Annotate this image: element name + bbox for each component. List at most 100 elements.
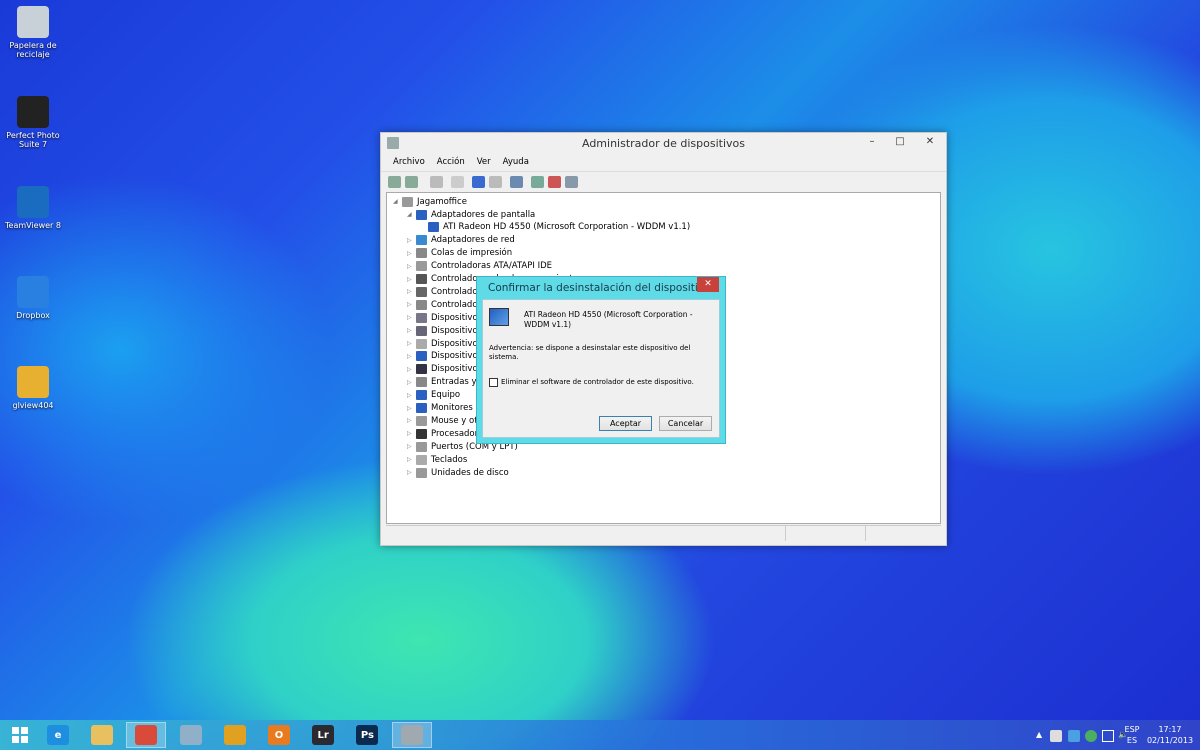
tree-category-item[interactable]: ▷ Colas de impresión bbox=[407, 247, 512, 260]
tree-category-item[interactable]: ▷ Monitores bbox=[407, 402, 473, 415]
tree-category-item[interactable]: ▷ Equipo bbox=[407, 389, 460, 402]
menu-ayuda[interactable]: Ayuda bbox=[497, 155, 535, 171]
expand-icon[interactable]: ▷ bbox=[407, 353, 416, 360]
tree-item-label: ATI Radeon HD 4550 (Microsoft Corporatio… bbox=[443, 222, 691, 233]
cancel-button[interactable]: Cancelar bbox=[659, 416, 712, 431]
tree-category-item[interactable]: ▷ Dispositivos bbox=[407, 337, 482, 350]
accept-button[interactable]: Aceptar bbox=[599, 416, 652, 431]
start-button[interactable] bbox=[0, 722, 40, 748]
taskbar-photoshop[interactable]: Ps bbox=[347, 722, 387, 748]
tree-item-label: Monitores bbox=[431, 403, 473, 413]
expand-icon[interactable]: ▷ bbox=[407, 276, 416, 283]
taskbar-app-4[interactable] bbox=[171, 722, 211, 748]
desktop-icon[interactable]: Dropbox bbox=[2, 276, 64, 320]
update-driver-icon[interactable] bbox=[531, 175, 544, 188]
tray-app-icon[interactable] bbox=[1050, 730, 1062, 742]
tree-category-item[interactable]: ▷ Adaptadores de red bbox=[407, 234, 515, 247]
tree-category-item[interactable]: ▷ Controlado bbox=[407, 298, 478, 311]
forward-icon[interactable] bbox=[405, 175, 418, 188]
show-hide-console-icon[interactable] bbox=[430, 175, 443, 188]
tree-item-label: Adaptadores de red bbox=[431, 235, 515, 246]
minimize-button[interactable]: – bbox=[859, 133, 885, 151]
expand-icon[interactable]: ▷ bbox=[407, 405, 416, 412]
tree-category-item[interactable]: ◢ Adaptadores de pantalla bbox=[407, 208, 535, 221]
toolbar bbox=[381, 171, 946, 191]
internet-explorer-icon: e bbox=[47, 725, 69, 745]
expand-icon[interactable]: ▷ bbox=[407, 263, 416, 270]
dialog-close-button[interactable]: ✕ bbox=[697, 277, 719, 292]
taskbar-outlook[interactable]: O bbox=[259, 722, 299, 748]
tree-category-item[interactable]: ▷ Dispositivos bbox=[407, 311, 482, 324]
collapse-icon[interactable]: ◢ bbox=[393, 198, 402, 205]
desktop-icon[interactable]: TeamViewer 8 bbox=[2, 186, 64, 230]
properties-icon[interactable] bbox=[451, 175, 464, 188]
expand-icon[interactable]: ▷ bbox=[407, 340, 416, 347]
taskbar-chrome[interactable] bbox=[126, 722, 167, 748]
menu-accion[interactable]: Acción bbox=[431, 155, 471, 171]
tree-category-item[interactable]: ▷ Controladoras ATA/ATAPI IDE bbox=[407, 260, 552, 273]
device-category-icon bbox=[416, 274, 427, 284]
menu-archivo[interactable]: Archivo bbox=[387, 155, 431, 171]
device-category-icon bbox=[416, 441, 427, 452]
expand-icon[interactable]: ▷ bbox=[407, 366, 416, 373]
menu-bar: Archivo Acción Ver Ayuda bbox=[381, 155, 946, 171]
desktop-icon[interactable]: Papelera de reciclaje bbox=[2, 6, 64, 59]
expand-icon[interactable]: ▷ bbox=[407, 430, 416, 437]
expand-icon[interactable]: ▷ bbox=[407, 392, 416, 399]
desktop-icon-label: Papelera de reciclaje bbox=[9, 41, 57, 59]
desktop-icon[interactable]: Perfect Photo Suite 7 bbox=[2, 96, 64, 149]
uninstall-icon[interactable] bbox=[548, 175, 561, 188]
tree-category-item[interactable]: ▷ Mouse y otr bbox=[407, 414, 481, 427]
expand-icon[interactable]: ▷ bbox=[407, 237, 416, 244]
taskbar-lightroom[interactable]: Lr bbox=[303, 722, 343, 748]
title-bar: Administrador de dispositivos – □ ✕ bbox=[381, 133, 946, 155]
tree-category-item[interactable]: ▷ Entradas y s bbox=[407, 376, 484, 389]
expand-icon[interactable]: ▷ bbox=[407, 469, 416, 476]
tree-category-item[interactable]: ▷ Dispositivos bbox=[407, 324, 482, 337]
expand-icon[interactable]: ▷ bbox=[407, 456, 416, 463]
tree-root[interactable]: ◢ Jagamoffice bbox=[393, 195, 467, 208]
tree-item-label: Controlado bbox=[431, 286, 478, 297]
close-button[interactable]: ✕ bbox=[915, 133, 945, 151]
expand-icon[interactable]: ▷ bbox=[407, 250, 416, 257]
expand-icon[interactable]: ▷ bbox=[407, 314, 416, 321]
file-explorer-icon bbox=[91, 725, 114, 745]
tree-device-item[interactable]: ATI Radeon HD 4550 (Microsoft Corporatio… bbox=[419, 221, 690, 234]
help-icon[interactable] bbox=[472, 175, 485, 188]
expand-icon[interactable]: ▷ bbox=[407, 443, 416, 450]
expand-icon[interactable]: ▷ bbox=[407, 301, 416, 308]
expand-icon[interactable]: ▷ bbox=[407, 327, 416, 334]
tree-category-item[interactable]: ▷ Teclados bbox=[407, 453, 467, 466]
show-hidden-icons[interactable]: ▲ bbox=[1036, 729, 1042, 740]
clock-time: 17:17 bbox=[1158, 725, 1182, 734]
view-icon[interactable] bbox=[489, 175, 502, 188]
tree-category-item[interactable]: ▷ Unidades de disco bbox=[407, 466, 509, 479]
sync-tray-icon[interactable] bbox=[1085, 730, 1097, 742]
collapse-icon[interactable]: ◢ bbox=[407, 211, 416, 218]
scan-hardware-icon[interactable] bbox=[510, 175, 523, 188]
tree-item-label: Controladoras ATA/ATAPI IDE bbox=[431, 261, 552, 272]
taskbar-file-explorer[interactable] bbox=[82, 722, 122, 748]
expand-icon[interactable]: ▷ bbox=[407, 379, 416, 386]
device-category-icon bbox=[416, 428, 427, 439]
taskbar-app-5[interactable] bbox=[215, 722, 255, 748]
perfect-photo-icon bbox=[17, 96, 49, 128]
back-icon[interactable] bbox=[388, 175, 401, 188]
expand-icon[interactable]: ▷ bbox=[407, 288, 416, 295]
device-category-icon bbox=[416, 325, 427, 336]
tree-category-item[interactable]: ▷ Controlado bbox=[407, 285, 478, 298]
clock[interactable]: 17:17 02/11/2013 bbox=[1140, 724, 1200, 746]
maximize-button[interactable]: □ bbox=[887, 133, 913, 151]
delete-driver-checkbox[interactable] bbox=[489, 378, 498, 387]
tree-category-item[interactable]: ▷ Dispositivos bbox=[407, 363, 482, 376]
device-category-icon bbox=[416, 312, 427, 323]
expand-icon[interactable]: ▷ bbox=[407, 417, 416, 424]
dropbox-tray-icon[interactable] bbox=[1068, 730, 1080, 742]
desktop-icon[interactable]: glview404 bbox=[2, 366, 64, 410]
disable-icon[interactable] bbox=[565, 175, 578, 188]
delete-driver-label[interactable]: Eliminar el software de controlador de e… bbox=[501, 378, 694, 386]
menu-ver[interactable]: Ver bbox=[471, 155, 497, 171]
taskbar-internet-explorer[interactable]: e bbox=[38, 722, 78, 748]
taskbar-device-manager[interactable] bbox=[391, 722, 432, 748]
tree-category-item[interactable]: ▷ Dispositivos bbox=[407, 350, 482, 363]
